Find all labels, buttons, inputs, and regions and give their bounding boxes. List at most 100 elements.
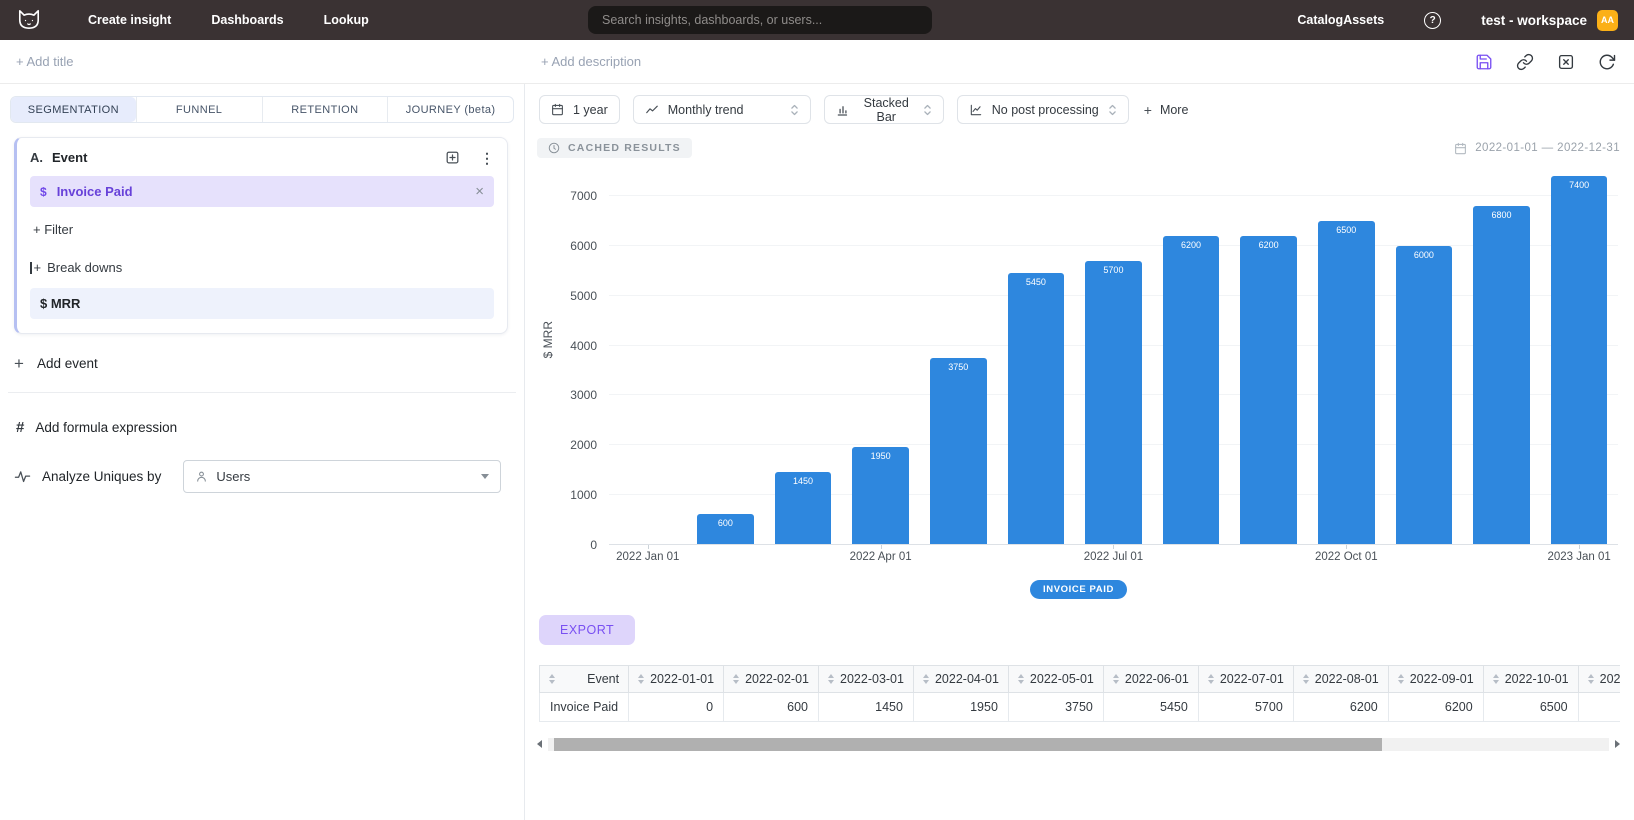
bar[interactable]: 6500 — [1318, 221, 1375, 544]
refresh-icon[interactable] — [1597, 52, 1616, 71]
column-header-inner: 2022-06-01 — [1113, 672, 1189, 686]
tab-retention[interactable]: RETENTION — [262, 97, 388, 122]
add-event-button[interactable]: + Add event — [14, 355, 524, 372]
tab-segmentation[interactable]: SEGMENTATION — [11, 97, 136, 122]
app-logo-cat-icon[interactable] — [16, 8, 42, 32]
add-filter-button[interactable]: + Filter — [30, 222, 494, 237]
bar[interactable]: 1450 — [775, 472, 832, 544]
column-header[interactable]: 2022-04-01 — [913, 666, 1008, 693]
column-header-label: 2022-04-01 — [935, 672, 999, 686]
export-button[interactable]: EXPORT — [539, 615, 635, 645]
help-icon[interactable]: ? — [1424, 12, 1441, 29]
sort-icon[interactable] — [733, 674, 739, 684]
column-header[interactable]: 2022-11-01 — [1578, 666, 1620, 693]
bar[interactable]: 7400 — [1551, 176, 1608, 544]
legend-invoice-paid[interactable]: INVOICE PAID — [1030, 580, 1127, 599]
selected-event-row[interactable]: $ Invoice Paid × — [30, 176, 494, 207]
sort-icon[interactable] — [828, 674, 834, 684]
sort-icon[interactable] — [1398, 674, 1404, 684]
table-cell: 6200 — [1293, 693, 1388, 722]
analyze-by-dropdown[interactable]: Users — [183, 460, 501, 493]
chart-toolbar: 1 year Monthly trend — [539, 95, 1620, 124]
nav-dashboards[interactable]: Dashboards — [211, 13, 283, 27]
column-header[interactable]: 2022-08-01 — [1293, 666, 1388, 693]
column-header[interactable]: 2022-10-01 — [1483, 666, 1578, 693]
bar[interactable]: 5700 — [1085, 261, 1142, 545]
bar[interactable]: 6200 — [1240, 236, 1297, 544]
post-processing-select[interactable]: No post processing — [957, 95, 1129, 124]
nav-assets[interactable]: Assets — [1343, 13, 1384, 27]
column-header[interactable]: 2022-03-01 — [819, 666, 914, 693]
date-range-button[interactable]: 1 year — [539, 95, 620, 124]
sort-icon[interactable] — [1113, 674, 1119, 684]
bar-slot: 3750 — [919, 166, 997, 544]
bar[interactable]: 3750 — [930, 358, 987, 545]
sort-icon[interactable] — [1493, 674, 1499, 684]
workspace-name[interactable]: test - workspace — [1481, 13, 1587, 28]
bar[interactable]: 6800 — [1473, 206, 1530, 544]
add-title-field[interactable]: + Add title — [16, 54, 73, 69]
export-excel-icon[interactable] — [1556, 52, 1575, 71]
event-card: A. Event ⋮ $ Invoice Paid × + Fil — [14, 137, 508, 334]
sort-icon[interactable] — [1303, 674, 1309, 684]
column-header-label: 2022-10-01 — [1505, 672, 1569, 686]
sort-up-icon — [1018, 674, 1024, 678]
save-icon[interactable] — [1474, 52, 1493, 71]
column-header[interactable]: 2022-09-01 — [1388, 666, 1483, 693]
add-formula-button[interactable]: # Add formula expression — [16, 419, 524, 436]
nav-catalog[interactable]: Catalog — [1297, 13, 1343, 27]
sort-icon[interactable] — [923, 674, 929, 684]
nav-create-insight[interactable]: Create insight — [88, 13, 171, 27]
tab-journey[interactable]: JOURNEY (beta) — [387, 97, 513, 122]
sort-up-icon — [733, 674, 739, 678]
chart-legend: INVOICE PAID — [537, 580, 1620, 599]
sort-icon[interactable] — [1588, 674, 1594, 684]
duplicate-event-icon[interactable] — [445, 150, 460, 165]
column-header[interactable]: 2022-02-01 — [724, 666, 819, 693]
sort-icon[interactable] — [1018, 674, 1024, 684]
breakdowns-button[interactable]: + Break downs — [30, 260, 494, 275]
more-label: More — [1160, 103, 1188, 117]
metric-row-mrr[interactable]: $ MRR — [30, 288, 494, 319]
insight-header: + Add title + Add description — [0, 40, 1634, 84]
scroll-right-icon[interactable] — [1615, 740, 1620, 748]
column-header-inner: 2022-10-01 — [1493, 672, 1569, 686]
event-menu-kebab-icon[interactable]: ⋮ — [480, 151, 494, 165]
table-cell: 1450 — [819, 693, 914, 722]
copy-link-icon[interactable] — [1515, 52, 1534, 71]
column-header[interactable]: 2022-01-01 — [629, 666, 724, 693]
bar[interactable]: 600 — [697, 514, 754, 544]
trend-select[interactable]: Monthly trend — [633, 95, 811, 124]
sort-down-icon — [923, 680, 929, 684]
sort-icon[interactable] — [638, 674, 644, 684]
bar[interactable]: 5450 — [1008, 273, 1065, 544]
more-options-button[interactable]: + More — [1144, 103, 1189, 117]
x-tick-label — [1230, 551, 1308, 567]
table-cell: 6500 — [1483, 693, 1578, 722]
tab-funnel[interactable]: FUNNEL — [136, 97, 262, 122]
search-input[interactable] — [588, 6, 932, 34]
bar-value-label: 6200 — [1240, 236, 1297, 250]
column-header[interactable]: Event — [540, 666, 629, 693]
results-table-wrap: Event2022-01-012022-02-012022-03-01 2022-… — [539, 665, 1620, 722]
y-tick-label: 1000 — [570, 488, 597, 502]
nav-lookup[interactable]: Lookup — [324, 13, 369, 27]
horizontal-scrollbar[interactable] — [537, 737, 1620, 751]
scroll-left-icon[interactable] — [537, 740, 542, 748]
column-header[interactable]: 2022-05-01 — [1008, 666, 1103, 693]
bar[interactable]: 1950 — [852, 447, 909, 544]
calendar-icon — [1454, 142, 1467, 155]
remove-event-icon[interactable]: × — [475, 184, 484, 199]
column-header[interactable]: 2022-07-01 — [1198, 666, 1293, 693]
bar[interactable]: 6200 — [1163, 236, 1220, 544]
column-header[interactable]: 2022-06-01 — [1103, 666, 1198, 693]
sort-down-icon — [549, 680, 555, 684]
bar[interactable]: 6000 — [1396, 246, 1453, 544]
avatar[interactable]: AA — [1597, 10, 1618, 31]
scrollbar-thumb[interactable] — [554, 738, 1382, 751]
scrollbar-track[interactable] — [548, 738, 1609, 751]
chart-type-select[interactable]: Stacked Bar — [824, 95, 944, 124]
sort-icon[interactable] — [1208, 674, 1214, 684]
add-description-field[interactable]: + Add description — [541, 54, 641, 69]
sort-icon[interactable] — [549, 674, 555, 684]
